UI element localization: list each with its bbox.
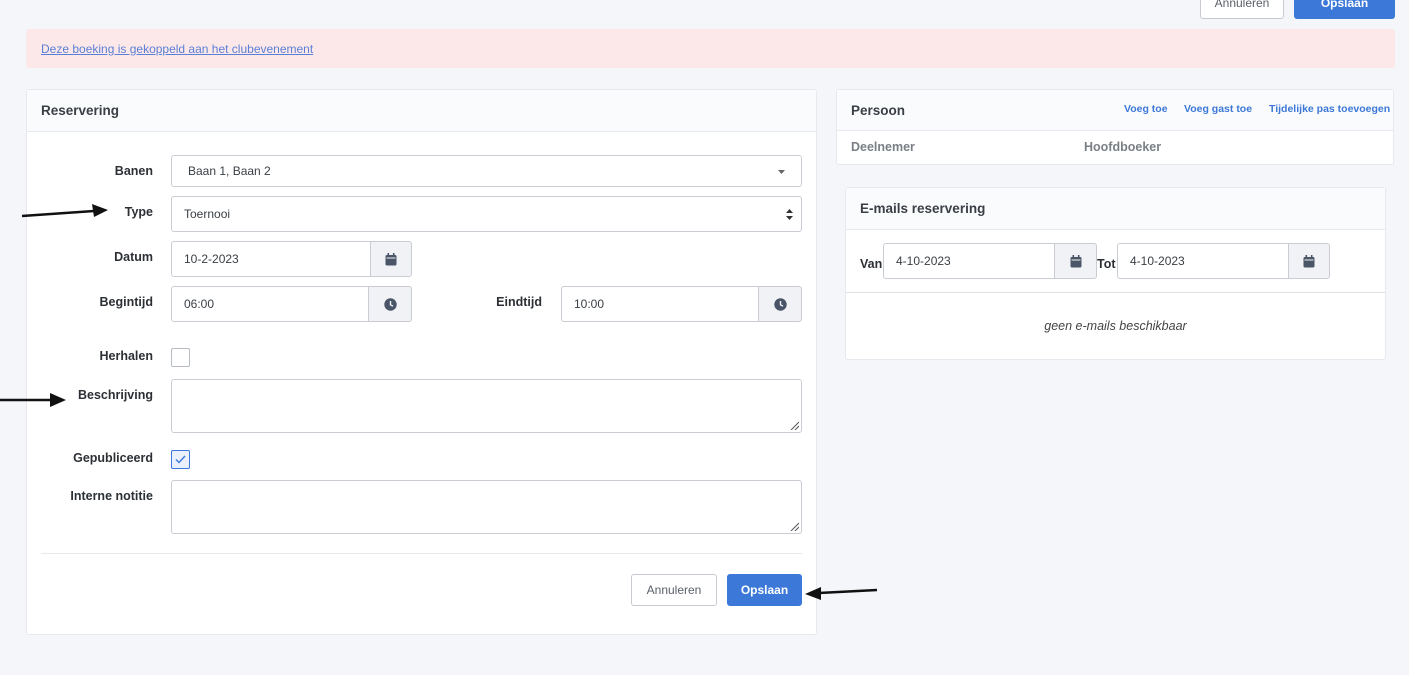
annotation-arrow-icon xyxy=(805,587,878,600)
resize-handle-icon[interactable] xyxy=(790,421,799,430)
event-link-alert: Deze boeking is gekoppeld aan het clubev… xyxy=(26,29,1395,68)
reservation-card-header: Reservering xyxy=(27,90,816,132)
voeg-gast-toe-link[interactable]: Voeg gast toe xyxy=(1184,103,1252,115)
van-label: Van xyxy=(860,257,883,271)
save-button[interactable]: Opslaan xyxy=(727,574,802,606)
herhalen-label: Herhalen xyxy=(99,349,154,363)
tot-calendar-button[interactable] xyxy=(1288,243,1330,279)
type-select[interactable]: Toernooi xyxy=(171,196,802,232)
datum-calendar-button[interactable] xyxy=(370,241,412,277)
no-emails-message: geen e-mails beschikbaar xyxy=(1044,319,1187,333)
voeg-toe-link[interactable]: Voeg toe xyxy=(1124,103,1168,115)
interne-notitie-textarea[interactable] xyxy=(171,480,802,534)
check-icon xyxy=(175,455,186,464)
gepubliceerd-checkbox[interactable] xyxy=(171,450,190,469)
beschrijving-textarea[interactable] xyxy=(171,379,802,433)
gepubliceerd-label: Gepubliceerd xyxy=(73,451,153,465)
banen-select[interactable]: Baan 1, Baan 2 xyxy=(171,155,802,187)
calendar-icon xyxy=(1070,254,1081,267)
annotation-arrow-icon xyxy=(21,204,108,218)
herhalen-checkbox[interactable] xyxy=(171,348,190,367)
interne-notitie-label: Interne notitie xyxy=(70,489,153,503)
caret-down-icon xyxy=(778,170,785,174)
begintijd-clock-button[interactable] xyxy=(368,286,412,322)
eindtijd-label: Eindtijd xyxy=(496,295,542,309)
tot-label: Tot xyxy=(1097,257,1116,271)
banen-label: Banen xyxy=(114,164,153,178)
persoon-title: Persoon xyxy=(851,102,906,118)
sort-icon xyxy=(786,209,793,220)
van-calendar-button[interactable] xyxy=(1054,243,1097,279)
van-date-input[interactable]: 4-10-2023 xyxy=(883,243,1055,279)
form-divider xyxy=(41,553,802,554)
club-event-link[interactable]: Deze boeking is gekoppeld aan het clubev… xyxy=(41,42,313,56)
resize-handle-icon[interactable] xyxy=(790,522,799,531)
clock-icon xyxy=(773,297,787,311)
reservation-title: Reservering xyxy=(41,103,120,118)
emails-card-header: E-mails reservering xyxy=(846,188,1385,230)
datum-input[interactable]: 10-2-2023 xyxy=(171,241,371,277)
tot-date-input[interactable]: 4-10-2023 xyxy=(1117,243,1289,279)
hoofdboeker-column-header: Hoofdboeker xyxy=(1084,140,1162,154)
top-cancel-button[interactable]: Annuleren xyxy=(1200,0,1284,19)
deelnemer-column-header: Deelnemer xyxy=(851,140,915,154)
eindtijd-input[interactable]: 10:00 xyxy=(561,286,759,322)
begintijd-label: Begintijd xyxy=(99,295,153,309)
datum-label: Datum xyxy=(114,250,153,264)
emails-title: E-mails reservering xyxy=(860,201,986,216)
cancel-button[interactable]: Annuleren xyxy=(631,574,717,606)
tijdelijke-pas-link[interactable]: Tijdelijke pas toevoegen xyxy=(1269,103,1390,115)
top-save-button[interactable]: Opslaan xyxy=(1294,0,1395,19)
annotation-arrow-icon xyxy=(0,393,66,407)
calendar-icon xyxy=(385,252,397,265)
eindtijd-clock-button[interactable] xyxy=(758,286,802,322)
calendar-icon xyxy=(1303,254,1315,267)
begintijd-input[interactable]: 06:00 xyxy=(171,286,369,322)
emails-divider xyxy=(846,292,1385,293)
clock-icon xyxy=(383,297,397,311)
